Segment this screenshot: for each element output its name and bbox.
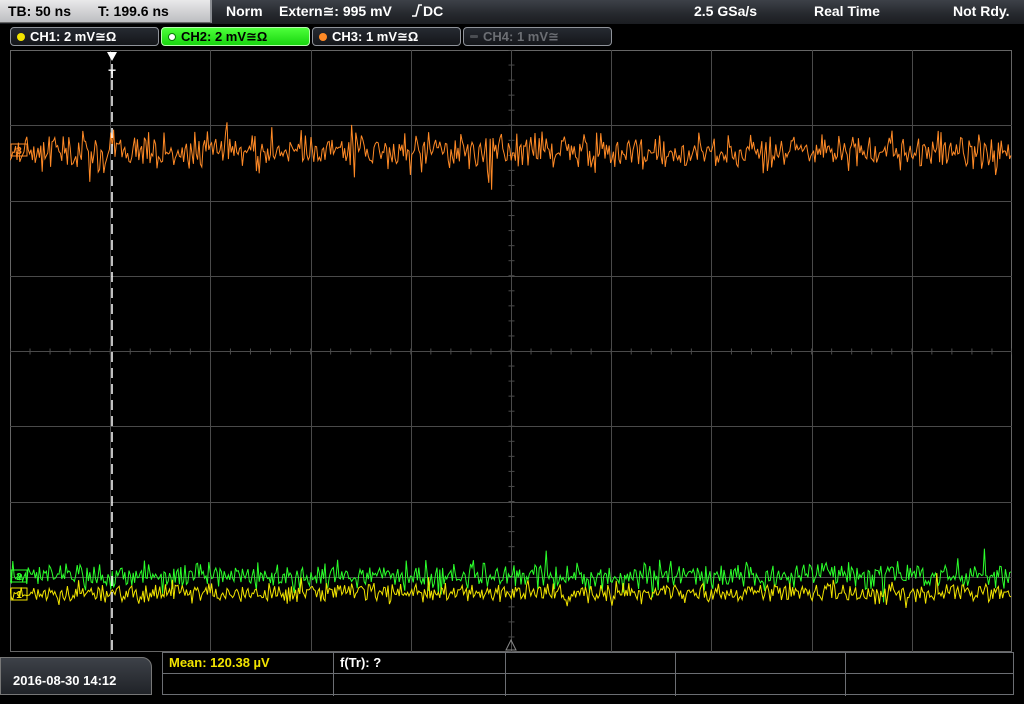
run-state-label: Not Rdy. bbox=[953, 3, 1010, 19]
channel-tab-label: CH4: 1 mV≅ bbox=[483, 29, 559, 44]
bottom-bar: 2016-08-30 14:12 Mean: 120.38 µV f(Tr): … bbox=[0, 652, 1024, 696]
trigger-marker-label: T bbox=[108, 67, 116, 81]
channel-tab-ch4[interactable]: CH4: 1 mV≅ bbox=[463, 27, 612, 46]
table-divider bbox=[675, 653, 676, 696]
trigger-coupling-label: DC bbox=[423, 3, 444, 19]
datetime-label: 2016-08-30 14:12 bbox=[13, 673, 117, 688]
channel-tab-ch2[interactable]: CH2: 2 mV≅Ω bbox=[161, 27, 310, 46]
ch3-color-dot-icon bbox=[319, 33, 327, 41]
ch2-color-dot-icon bbox=[168, 33, 176, 41]
ch1-color-dot-icon bbox=[17, 33, 25, 41]
channel-tab-label: CH1: 2 mV≅Ω bbox=[30, 29, 117, 44]
datetime-box: 2016-08-30 14:12 bbox=[0, 657, 152, 695]
waveform-svg: T 3 2 1 bbox=[10, 50, 1012, 652]
channel-tab-label: CH2: 2 mV≅Ω bbox=[181, 29, 268, 44]
ch2-marker-label: 2 bbox=[16, 572, 22, 583]
measurement-rise-time: f(Tr): ? bbox=[340, 655, 382, 670]
acquisition-mode-label: Real Time bbox=[814, 3, 880, 19]
trigger-time-label: T: 199.6 ns bbox=[98, 3, 169, 19]
ch4-off-icon bbox=[470, 35, 478, 38]
table-divider bbox=[163, 673, 1013, 674]
channel-tab-label: CH3: 1 mV≅Ω bbox=[332, 29, 419, 44]
channel-bar: CH1: 2 mV≅Ω CH2: 2 mV≅Ω CH3: 1 mV≅Ω CH4:… bbox=[0, 24, 1024, 48]
measurement-mean: Mean: 120.38 µV bbox=[169, 655, 270, 670]
ch1-marker-label: 1 bbox=[16, 590, 22, 601]
sample-rate-label: 2.5 GSa/s bbox=[694, 3, 758, 19]
trigger-mode-label: Norm bbox=[226, 3, 263, 19]
rising-edge-icon bbox=[411, 0, 423, 23]
timebase-box[interactable]: TB: 50 ns T: 199.6 ns bbox=[0, 0, 212, 23]
trigger-source-label: Extern≅: 995 mV bbox=[279, 3, 392, 19]
waveform-display[interactable]: T 3 2 1 bbox=[10, 50, 1012, 652]
ch3-marker-label: 3 bbox=[16, 146, 22, 157]
table-divider bbox=[505, 653, 506, 696]
table-divider bbox=[845, 653, 846, 696]
channel-tab-ch3[interactable]: CH3: 1 mV≅Ω bbox=[312, 27, 461, 46]
timebase-label: TB: 50 ns bbox=[8, 3, 72, 19]
table-divider bbox=[333, 653, 334, 696]
measurement-table[interactable]: Mean: 120.38 µV f(Tr): ? bbox=[162, 652, 1014, 696]
status-bar: TB: 50 ns T: 199.6 ns Norm Extern≅: 995 … bbox=[0, 0, 1024, 25]
channel-tab-ch1[interactable]: CH1: 2 mV≅Ω bbox=[10, 27, 159, 46]
